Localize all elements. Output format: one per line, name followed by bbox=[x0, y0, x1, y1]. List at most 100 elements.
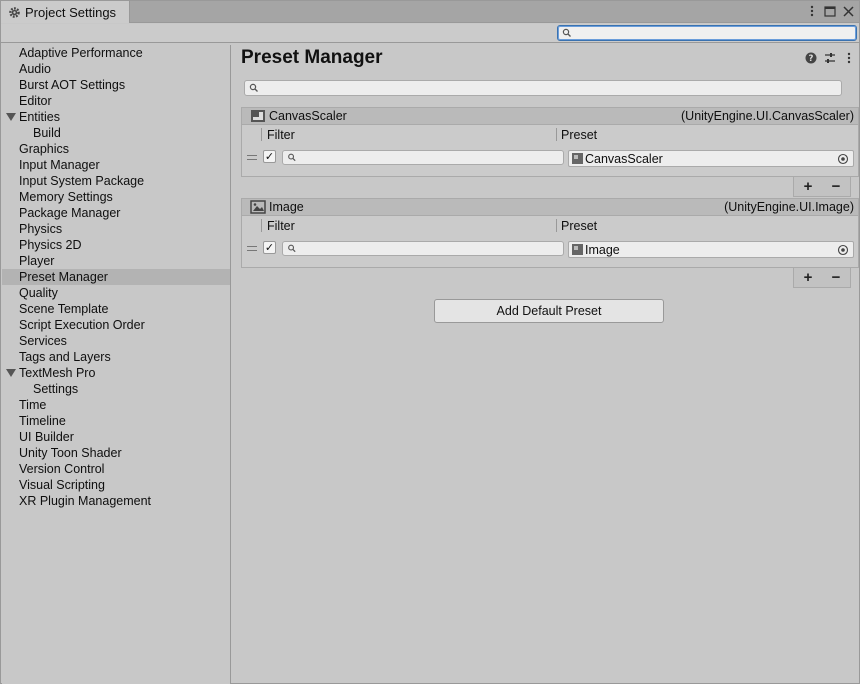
sidebar-item-preset-manager[interactable]: Preset Manager bbox=[2, 269, 230, 285]
preset-full-type: (UnityEngine.UI.Image) bbox=[724, 200, 854, 214]
search-icon bbox=[288, 244, 296, 253]
sidebar-item-entities[interactable]: Entities bbox=[2, 109, 230, 125]
sidebar-item-physics-2d[interactable]: Physics 2D bbox=[2, 237, 230, 253]
preset-type-name: CanvasScaler bbox=[269, 109, 347, 123]
sidebar-item-quality[interactable]: Quality bbox=[2, 285, 230, 301]
gear-icon bbox=[9, 6, 20, 18]
sidebar-item-textmesh-settings[interactable]: Settings bbox=[2, 381, 230, 397]
window-tab-bar: Project Settings bbox=[1, 1, 859, 23]
filter-input[interactable] bbox=[282, 241, 564, 256]
sidebar-item-unity-toon-shader[interactable]: Unity Toon Shader bbox=[2, 445, 230, 461]
sliders-icon[interactable] bbox=[823, 51, 836, 64]
page-title: Preset Manager bbox=[241, 47, 383, 68]
search-icon bbox=[562, 28, 571, 37]
sidebar-item-ui-builder[interactable]: UI Builder bbox=[2, 429, 230, 445]
preset-block-canvasscaler: CanvasScaler (UnityEngine.UI.CanvasScale… bbox=[241, 107, 859, 197]
sidebar-item-label: Audio bbox=[19, 62, 51, 76]
object-picker-icon[interactable] bbox=[836, 243, 850, 257]
preset-column-header: Preset bbox=[561, 219, 598, 233]
expand-triangle-icon[interactable] bbox=[6, 113, 16, 121]
preset-block-header[interactable]: CanvasScaler (UnityEngine.UI.CanvasScale… bbox=[241, 107, 859, 125]
expand-triangle-icon[interactable] bbox=[6, 369, 16, 377]
kebab-menu-icon[interactable] bbox=[842, 51, 855, 64]
sidebar-item-timeline[interactable]: Timeline bbox=[2, 413, 230, 429]
sidebar-item-label: Preset Manager bbox=[19, 270, 108, 284]
maximize-icon[interactable] bbox=[823, 4, 837, 18]
sidebar-item-label: Script Execution Order bbox=[19, 318, 145, 332]
sidebar-item-script-execution-order[interactable]: Script Execution Order bbox=[2, 317, 230, 333]
sidebar-item-label: Input System Package bbox=[19, 174, 145, 188]
sidebar-item-editor[interactable]: Editor bbox=[2, 93, 230, 109]
sidebar-item-player[interactable]: Player bbox=[2, 253, 230, 269]
sidebar-item-physics[interactable]: Physics bbox=[2, 221, 230, 237]
sidebar-item-burst-aot-settings[interactable]: Burst AOT Settings bbox=[2, 77, 230, 93]
drag-handle-icon[interactable] bbox=[247, 246, 257, 251]
sidebar-item-label: Time bbox=[19, 398, 47, 412]
preset-block-header[interactable]: Image (UnityEngine.UI.Image) bbox=[241, 198, 859, 216]
preset-name: Image bbox=[585, 242, 620, 257]
sidebar-item-build[interactable]: Build bbox=[2, 125, 230, 141]
object-picker-icon[interactable] bbox=[836, 152, 850, 166]
sidebar-item-memory-settings[interactable]: Memory Settings bbox=[2, 189, 230, 205]
drag-handle-icon[interactable] bbox=[247, 155, 257, 160]
preset-search-input[interactable] bbox=[244, 80, 842, 96]
add-default-preset-button[interactable]: Add Default Preset bbox=[434, 299, 664, 323]
kebab-menu-icon[interactable] bbox=[805, 4, 819, 18]
sidebar-item-version-control[interactable]: Version Control bbox=[2, 461, 230, 477]
sidebar-item-scene-template[interactable]: Scene Template bbox=[2, 301, 230, 317]
table-row: ✓ Image bbox=[242, 238, 858, 262]
sidebar-item-package-manager[interactable]: Package Manager bbox=[2, 205, 230, 221]
search-icon bbox=[249, 83, 258, 92]
table-row: ✓ CanvasScaler bbox=[242, 147, 858, 171]
sidebar-item-audio[interactable]: Audio bbox=[2, 61, 230, 77]
preset-table: Filter Preset ✓ CanvasScaler bbox=[241, 125, 859, 177]
search-icon bbox=[288, 153, 296, 162]
filter-input[interactable] bbox=[282, 150, 564, 165]
sidebar-item-adaptive-performance[interactable]: Adaptive Performance bbox=[2, 45, 230, 61]
sidebar-item-input-manager[interactable]: Input Manager bbox=[2, 157, 230, 173]
sidebar-item-label: Player bbox=[19, 254, 55, 268]
toolbar bbox=[1, 24, 859, 43]
sidebar-item-tags-and-layers[interactable]: Tags and Layers bbox=[2, 349, 230, 365]
help-icon[interactable]: ? bbox=[804, 51, 817, 64]
preset-name: CanvasScaler bbox=[585, 151, 663, 166]
remove-row-button[interactable]: − bbox=[832, 269, 841, 286]
sidebar-item-label: Package Manager bbox=[19, 206, 121, 220]
list-add-remove: + − bbox=[793, 177, 851, 197]
preset-asset-icon bbox=[572, 244, 583, 255]
preset-type-name: Image bbox=[269, 200, 304, 214]
sidebar-item-textmesh-pro[interactable]: TextMesh Pro bbox=[2, 365, 230, 381]
remove-row-button[interactable]: − bbox=[832, 178, 841, 195]
sidebar-item-label: TextMesh Pro bbox=[19, 366, 96, 380]
settings-search-input[interactable] bbox=[557, 25, 857, 41]
sidebar-item-label: Timeline bbox=[19, 414, 66, 428]
filter-column-header: Filter bbox=[267, 128, 295, 142]
sidebar-item-graphics[interactable]: Graphics bbox=[2, 141, 230, 157]
sidebar-item-services[interactable]: Services bbox=[2, 333, 230, 349]
list-add-remove: + − bbox=[793, 268, 851, 288]
enabled-checkbox[interactable]: ✓ bbox=[263, 241, 276, 254]
sidebar-item-time[interactable]: Time bbox=[2, 397, 230, 413]
sidebar-item-label: Tags and Layers bbox=[19, 350, 111, 364]
canvas-scaler-icon bbox=[251, 110, 265, 122]
sidebar-item-label: Entities bbox=[19, 110, 60, 124]
add-row-button[interactable]: + bbox=[804, 269, 813, 286]
preset-object-field[interactable]: CanvasScaler bbox=[568, 150, 854, 167]
filter-column-header: Filter bbox=[267, 219, 295, 233]
sidebar-item-label: Quality bbox=[19, 286, 58, 300]
close-icon[interactable] bbox=[841, 4, 855, 18]
sidebar-item-label: Version Control bbox=[19, 462, 105, 476]
tab-title: Project Settings bbox=[25, 4, 117, 20]
sidebar-item-label: Physics bbox=[19, 222, 63, 236]
project-settings-tab[interactable]: Project Settings bbox=[1, 1, 130, 23]
sidebar-item-input-system-package[interactable]: Input System Package bbox=[2, 173, 230, 189]
enabled-checkbox[interactable]: ✓ bbox=[263, 150, 276, 163]
preset-object-field[interactable]: Image bbox=[568, 241, 854, 258]
add-row-button[interactable]: + bbox=[804, 178, 813, 195]
sidebar-item-visual-scripting[interactable]: Visual Scripting bbox=[2, 477, 230, 493]
sidebar-item-label: Scene Template bbox=[19, 302, 109, 316]
sidebar-item-xr-plugin-management[interactable]: XR Plugin Management bbox=[2, 493, 230, 509]
sidebar-item-label: Settings bbox=[33, 382, 79, 396]
preset-table: Filter Preset ✓ Image bbox=[241, 216, 859, 268]
preset-full-type: (UnityEngine.UI.CanvasScaler) bbox=[681, 109, 854, 123]
